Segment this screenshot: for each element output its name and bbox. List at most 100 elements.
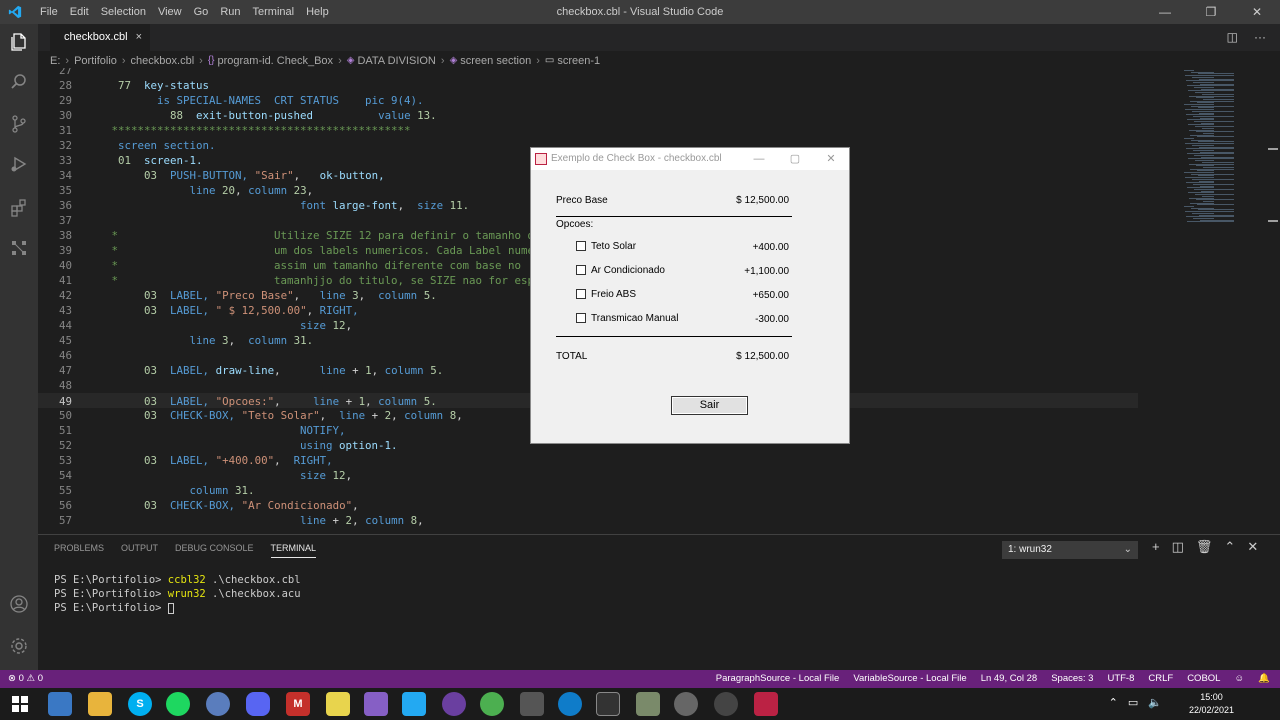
tab-checkbox-cbl[interactable]: checkbox.cbl × — [50, 24, 151, 51]
windows-start-icon[interactable] — [8, 692, 32, 716]
account-icon[interactable] — [7, 594, 31, 618]
checkbox-freio-abs[interactable] — [576, 289, 586, 299]
checkbox-ar-condicionado[interactable] — [576, 265, 586, 275]
app-icon[interactable] — [326, 692, 350, 716]
calculator-icon[interactable] — [48, 692, 72, 716]
menu-go[interactable]: Go — [188, 0, 215, 24]
status-indentation[interactable]: Spaces: 3 — [1051, 670, 1093, 688]
code-line[interactable]: 54 size 12, — [38, 468, 1138, 483]
vscode-icon[interactable] — [402, 692, 426, 716]
menu-selection[interactable]: Selection — [95, 0, 152, 24]
new-terminal-icon[interactable]: + — [1152, 539, 1160, 555]
maximize-button[interactable]: ❐ — [1188, 0, 1234, 24]
network-icon[interactable]: ▭ — [1128, 696, 1138, 709]
code-line[interactable]: 30 88 exit-button-pushed value 13. — [38, 108, 1138, 123]
chevron-up-icon[interactable]: ⌃ — [1109, 696, 1118, 709]
option-label[interactable]: Teto Solar — [591, 240, 636, 253]
search-icon[interactable] — [7, 72, 31, 96]
code-line[interactable]: 53 03 LABEL, "+400.00", RIGHT, — [38, 453, 1138, 468]
more-actions-icon[interactable]: ··· — [1254, 24, 1266, 51]
status-encoding[interactable]: UTF-8 — [1107, 670, 1134, 688]
app-icon[interactable] — [442, 692, 466, 716]
editor-scrollbar[interactable] — [1266, 68, 1280, 534]
skype-icon[interactable]: S — [128, 692, 152, 716]
app-icon[interactable] — [206, 692, 230, 716]
visual-studio-icon[interactable] — [364, 692, 388, 716]
code-line[interactable]: 29 is SPECIAL-NAMES CRT STATUS pic 9(4). — [38, 93, 1138, 108]
discord-icon[interactable] — [246, 692, 270, 716]
chrome-icon[interactable] — [480, 692, 504, 716]
split-editor-icon[interactable]: ◫ — [1227, 24, 1238, 51]
tab-debug-console[interactable]: DEBUG CONSOLE — [175, 543, 254, 558]
source-control-icon[interactable] — [7, 114, 31, 138]
menu-help[interactable]: Help — [300, 0, 335, 24]
status-variable-source[interactable]: VariableSource - Local File — [853, 670, 966, 688]
close-button[interactable]: ✕ — [813, 148, 849, 170]
tab-output[interactable]: OUTPUT — [121, 543, 158, 558]
maximize-button[interactable]: ▢ — [777, 148, 813, 170]
maximize-panel-icon[interactable]: ⌃ — [1224, 539, 1235, 555]
app-icon[interactable] — [636, 692, 660, 716]
breadcrumb-division[interactable]: DATA DIVISION — [357, 53, 435, 69]
feedback-icon[interactable]: ☺ — [1234, 670, 1244, 688]
tab-terminal[interactable]: TERMINAL — [270, 543, 317, 558]
minimize-button[interactable]: — — [1142, 0, 1188, 24]
close-panel-icon[interactable]: ✕ — [1247, 539, 1258, 555]
status-cursor-position[interactable]: Ln 49, Col 28 — [981, 670, 1038, 688]
option-label[interactable]: Freio ABS — [591, 288, 636, 301]
tab-close-icon[interactable]: × — [136, 31, 142, 43]
terminal-select[interactable]: 1: wrun32 ⌄ — [1002, 541, 1138, 559]
menu-edit[interactable]: Edit — [64, 0, 95, 24]
bell-icon[interactable]: 🔔 — [1258, 670, 1270, 688]
breadcrumb-program[interactable]: program-id. Check_Box — [218, 53, 334, 69]
option-label[interactable]: Ar Condicionado — [591, 264, 665, 277]
code-line[interactable]: 27 — [38, 68, 1138, 78]
volume-icon[interactable]: 🔈 — [1148, 696, 1162, 709]
breadcrumb-file[interactable]: checkbox.cbl — [131, 53, 195, 69]
sair-button[interactable]: Sair — [671, 396, 748, 415]
code-line[interactable]: 56 03 CHECK-BOX, "Ar Condicionado", — [38, 498, 1138, 513]
code-line[interactable]: 55 column 31. — [38, 483, 1138, 498]
option-label[interactable]: Transmicao Manual — [591, 312, 678, 325]
split-terminal-icon[interactable]: ◫ — [1172, 539, 1184, 555]
menu-file[interactable]: File — [34, 0, 64, 24]
breadcrumb-folder[interactable]: Portifolio — [74, 53, 117, 69]
trash-icon[interactable]: 🗑 — [1196, 539, 1213, 555]
tab-problems[interactable]: PROBLEMS — [54, 543, 104, 558]
spotify-icon[interactable] — [166, 692, 190, 716]
taskbar-clock[interactable]: 15:00 22/02/2021 — [1189, 691, 1234, 717]
file-explorer-icon[interactable] — [88, 692, 112, 716]
checkbox-transmicao-manual[interactable] — [576, 313, 586, 323]
menu-terminal[interactable]: Terminal — [247, 0, 301, 24]
status-eol[interactable]: CRLF — [1148, 670, 1173, 688]
extensions-icon[interactable] — [7, 198, 31, 222]
terminal-output[interactable]: PS E:\Portifolio> ccbl32 .\checkbox.cbl … — [54, 573, 301, 615]
remote-explorer-icon[interactable] — [7, 238, 31, 262]
breadcrumb-section[interactable]: screen section — [460, 53, 531, 69]
edge-icon[interactable] — [558, 692, 582, 716]
app-icon[interactable] — [674, 692, 698, 716]
code-line[interactable]: 57 line + 2, column 8, — [38, 513, 1138, 528]
obs-icon[interactable] — [714, 692, 738, 716]
files-icon[interactable] — [7, 32, 31, 56]
minimize-button[interactable]: — — [741, 148, 777, 170]
terminal-icon[interactable] — [596, 692, 620, 716]
checkbox-app-icon[interactable] — [754, 692, 778, 716]
status-language[interactable]: COBOL — [1187, 670, 1220, 688]
mcafee-icon[interactable]: M — [286, 692, 310, 716]
status-paragraph-source[interactable]: ParagraphSource - Local File — [716, 670, 840, 688]
settings-gear-icon[interactable] — [7, 636, 31, 660]
app-icon[interactable] — [520, 692, 544, 716]
breadcrumb-screen[interactable]: screen-1 — [557, 53, 600, 69]
menu-run[interactable]: Run — [214, 0, 246, 24]
code-line[interactable]: 31 *************************************… — [38, 123, 1138, 138]
menu-view[interactable]: View — [152, 0, 188, 24]
checkbox-teto-solar[interactable] — [576, 241, 586, 251]
breadcrumb-drive[interactable]: E: — [50, 53, 60, 69]
close-button[interactable]: ✕ — [1234, 0, 1280, 24]
problems-status[interactable]: ⊗ 0 ⚠ 0 — [8, 670, 43, 688]
run-debug-icon[interactable] — [7, 154, 31, 178]
code-line[interactable]: 28 77 key-status — [38, 78, 1138, 93]
minimap[interactable] — [1178, 68, 1278, 534]
line-number: 27 — [58, 68, 72, 77]
